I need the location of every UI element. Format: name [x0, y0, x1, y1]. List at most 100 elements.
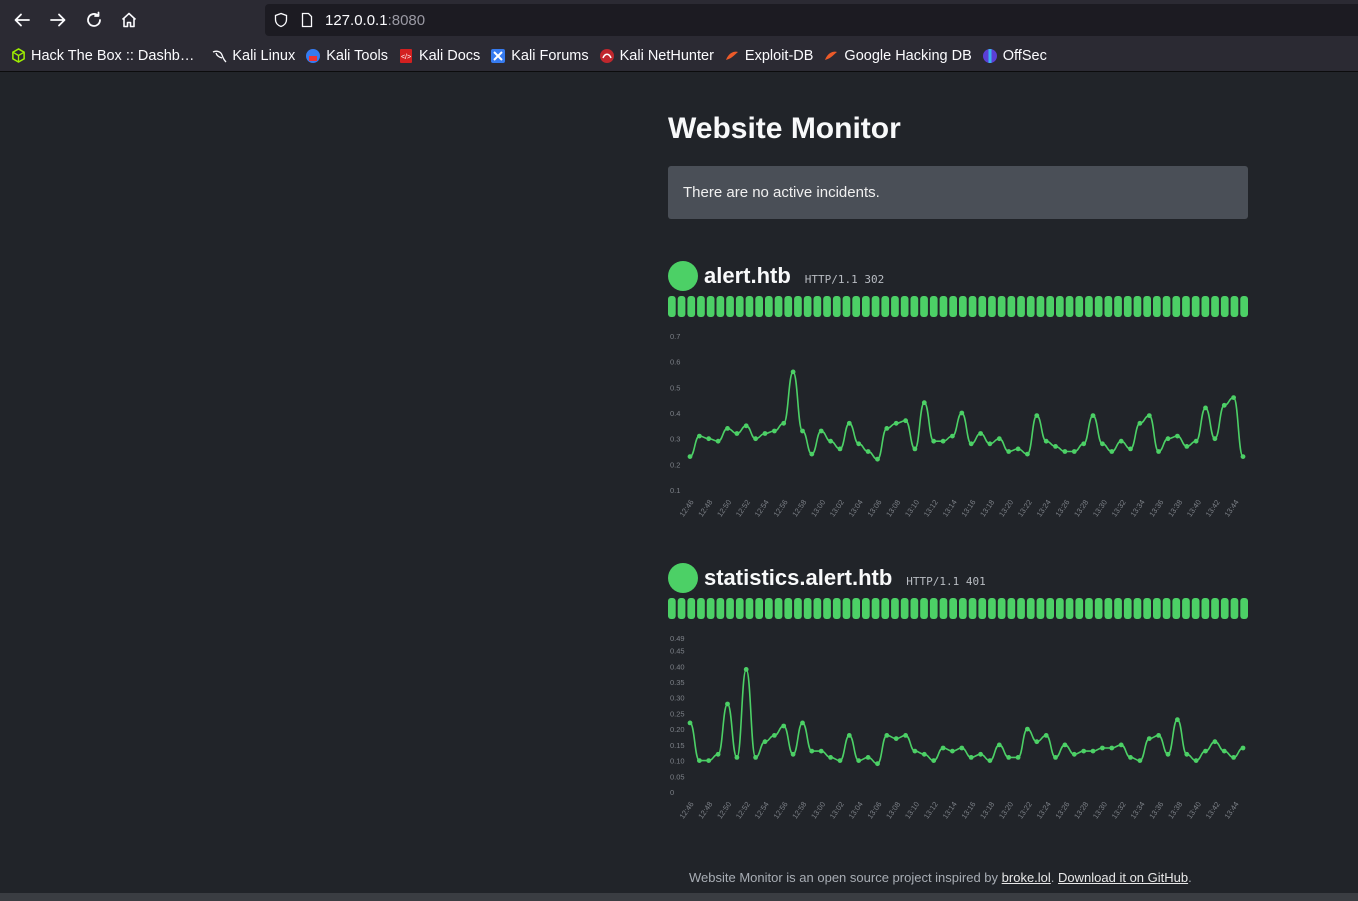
uptime-check-bar[interactable]	[910, 598, 919, 619]
uptime-check-bar[interactable]	[949, 296, 957, 317]
data-point[interactable]	[846, 733, 852, 738]
data-point[interactable]	[893, 736, 899, 741]
data-point[interactable]	[978, 431, 983, 436]
bookmark-exploit-db[interactable]: Exploit-DB	[724, 48, 813, 64]
uptime-check-bar[interactable]	[891, 296, 899, 317]
uptime-check-bar[interactable]	[755, 296, 763, 317]
data-point[interactable]	[1165, 751, 1171, 757]
uptime-check-bar[interactable]	[929, 598, 938, 619]
data-point[interactable]	[1193, 438, 1199, 444]
data-point[interactable]	[1006, 755, 1012, 760]
data-point[interactable]	[687, 454, 693, 459]
uptime-check-bar[interactable]	[1172, 598, 1181, 619]
data-point[interactable]	[1137, 758, 1143, 763]
data-point[interactable]	[1175, 717, 1180, 723]
bookmark-offsec[interactable]: OffSec	[982, 48, 1047, 64]
uptime-check-bar[interactable]	[745, 296, 754, 317]
uptime-check-bar[interactable]	[1085, 598, 1093, 619]
data-point[interactable]	[968, 755, 974, 760]
uptime-check-bar[interactable]	[1211, 296, 1219, 317]
uptime-check-bar[interactable]	[803, 598, 812, 619]
data-point[interactable]	[1100, 745, 1105, 751]
uptime-check-bar[interactable]	[881, 296, 890, 317]
uptime-check-bar[interactable]	[813, 598, 822, 619]
uptime-check-bar[interactable]	[959, 598, 967, 619]
data-point[interactable]	[1175, 433, 1180, 439]
uptime-check-bar[interactable]	[1133, 296, 1142, 317]
data-point[interactable]	[828, 438, 833, 444]
data-point[interactable]	[1100, 441, 1105, 447]
uptime-check-bar[interactable]	[929, 296, 938, 317]
uptime-check-bar[interactable]	[1230, 296, 1239, 317]
uptime-check-bar[interactable]	[1056, 296, 1064, 317]
data-point[interactable]	[1053, 444, 1058, 449]
data-point[interactable]	[846, 420, 852, 426]
data-point[interactable]	[828, 755, 833, 760]
uptime-check-bar[interactable]	[1211, 598, 1219, 619]
data-point[interactable]	[1043, 438, 1049, 444]
uptime-check-bar[interactable]	[1085, 296, 1093, 317]
uptime-check-bar[interactable]	[862, 296, 870, 317]
url-bar[interactable]: 127.0.0.1:8080	[265, 4, 1358, 36]
broke-lol-link[interactable]: broke.lol	[1002, 870, 1051, 885]
data-point[interactable]	[725, 426, 730, 431]
data-point[interactable]	[1062, 742, 1068, 748]
uptime-check-bar[interactable]	[697, 296, 705, 317]
data-point[interactable]	[800, 720, 805, 726]
bookmark-kali-nethunter[interactable]: Kali NetHunter	[599, 48, 714, 64]
data-point[interactable]	[865, 449, 871, 454]
bookmark-hack-the-box-dashb[interactable]: Hack The Box :: Dashb…	[10, 48, 194, 64]
uptime-check-bar[interactable]	[803, 296, 812, 317]
uptime-check-bar[interactable]	[745, 598, 754, 619]
data-point[interactable]	[1015, 446, 1021, 452]
data-point[interactable]	[884, 426, 890, 431]
data-point[interactable]	[781, 723, 787, 729]
data-point[interactable]	[1053, 755, 1058, 760]
bookmark-kali-docs[interactable]: </> Kali Docs	[398, 48, 480, 64]
uptime-check-bar[interactable]	[765, 598, 773, 619]
data-point[interactable]	[1118, 438, 1124, 444]
uptime-check-bar[interactable]	[1114, 598, 1122, 619]
uptime-check-bar[interactable]	[988, 598, 996, 619]
data-point[interactable]	[1156, 449, 1161, 454]
uptime-check-bar[interactable]	[706, 296, 715, 317]
data-point[interactable]	[1109, 449, 1115, 454]
uptime-check-bar[interactable]	[774, 296, 783, 317]
data-point[interactable]	[1128, 446, 1133, 452]
data-point[interactable]	[1109, 745, 1115, 751]
data-point[interactable]	[959, 745, 965, 751]
uptime-check-bar[interactable]	[735, 296, 744, 317]
data-point[interactable]	[1146, 736, 1152, 741]
uptime-check-bar[interactable]	[968, 296, 977, 317]
uptime-check-bar[interactable]	[832, 296, 841, 317]
uptime-check-bar[interactable]	[920, 296, 928, 317]
data-point[interactable]	[1090, 748, 1096, 754]
data-point[interactable]	[753, 436, 758, 442]
uptime-check-bar[interactable]	[1094, 598, 1103, 619]
home-button[interactable]	[111, 2, 147, 38]
uptime-check-bar[interactable]	[1094, 296, 1103, 317]
data-point[interactable]	[809, 451, 815, 457]
uptime-check-bar[interactable]	[968, 598, 977, 619]
back-button[interactable]	[4, 2, 40, 38]
data-point[interactable]	[1118, 742, 1124, 748]
uptime-check-bar[interactable]	[774, 598, 783, 619]
bookmark-google-hacking-db[interactable]: Google Hacking DB	[823, 48, 972, 64]
data-point[interactable]	[1006, 449, 1012, 454]
data-point[interactable]	[893, 420, 899, 426]
uptime-check-bar[interactable]	[726, 296, 734, 317]
data-point[interactable]	[706, 436, 712, 442]
data-point[interactable]	[697, 758, 702, 763]
data-point[interactable]	[912, 446, 918, 452]
data-point[interactable]	[1025, 726, 1030, 732]
uptime-check-bar[interactable]	[1182, 598, 1190, 619]
uptime-check-bar[interactable]	[1026, 598, 1035, 619]
reload-button[interactable]	[76, 2, 112, 38]
uptime-check-bar[interactable]	[862, 598, 870, 619]
uptime-check-bar[interactable]	[891, 598, 899, 619]
data-point[interactable]	[978, 751, 983, 757]
data-point[interactable]	[743, 423, 749, 429]
uptime-check-bar[interactable]	[794, 296, 802, 317]
bookmark-kali-tools[interactable]: Kali Tools	[305, 48, 388, 64]
uptime-check-bar[interactable]	[755, 598, 763, 619]
